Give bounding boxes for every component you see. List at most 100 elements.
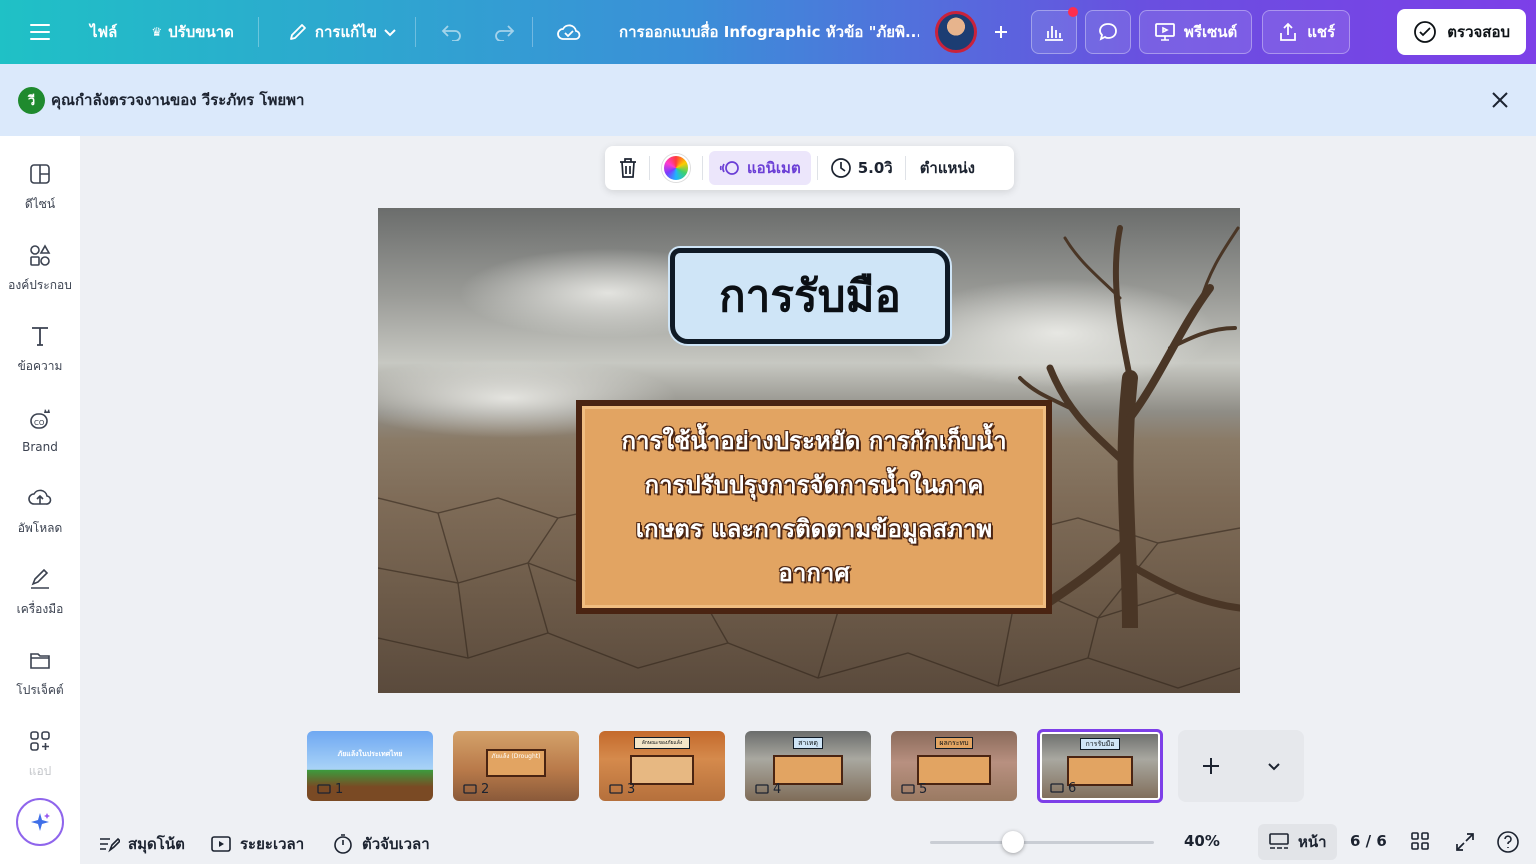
comment-icon [609,783,623,794]
add-collaborator-icon[interactable] [981,12,1021,52]
comment-icon [317,783,331,794]
sidebar-item-projects[interactable]: โปรเจ็คต์ [0,638,80,708]
page-thumbnail-6[interactable]: การรับมือ 6 [1037,729,1163,803]
thumbnail-number: 6 [1050,781,1076,796]
sidebar-item-apps[interactable]: แอป [0,719,80,789]
sidebar-item-elements[interactable]: องค์ประกอบ [0,233,80,303]
sidebar-item-label: อัพโหลด [17,520,63,535]
magic-assistant-button[interactable] [16,798,64,846]
notes-icon [100,837,120,853]
edit-menu[interactable]: การแก้ไข [277,12,407,52]
bottom-bar: สมุดโน้ต ระยะเวลา ตัวจับเวลา 40% หน้า 6 … [80,820,1536,864]
thumbnail-number: 1 [317,782,343,797]
chevron-down-icon [384,29,396,37]
redo-icon[interactable] [484,12,524,52]
insights-button[interactable] [1031,7,1079,54]
animate-button[interactable]: แอนิเมต [709,151,811,185]
zoom-level-label: 40% [1184,832,1220,850]
thumbnail-number-label: 3 [627,782,636,797]
page-count: 6 / 6 [1350,832,1387,850]
comment-icon [755,783,769,794]
slide-body-text[interactable]: การใช้น้ำอย่างประหยัด การกักเก็บน้ำ การป… [614,419,1014,595]
position-button[interactable]: ตำแหน่ง [912,148,983,188]
divider [532,17,534,47]
brand-icon: CO [30,409,50,429]
page-thumbnail-1[interactable]: ภัยแล้งในประเทศไทย 1 [307,731,433,801]
sidebar-item-upload[interactable]: อัพโหลด [0,476,80,546]
page-thumbnail-3[interactable]: ลักษณะของภัยแล้ง 3 [599,731,725,801]
thumbnail-board: ภัยแล้ง (Drought) [486,749,546,777]
sidebar-item-design[interactable]: ดีไซน์ [0,152,80,222]
upload-icon [28,489,52,505]
help-icon[interactable] [1496,830,1520,854]
color-picker[interactable] [662,154,690,182]
undo-icon[interactable] [432,12,472,52]
pencil-icon [290,24,306,40]
divider [649,156,650,180]
wooden-sign[interactable]: การใช้น้ำอย่างประหยัด การกักเก็บน้ำ การป… [576,400,1052,614]
duration-button[interactable]: ระยะเวลา [210,832,304,856]
zoom-level[interactable]: 40% [1184,832,1220,850]
review-banner-text: คุณกำลังตรวจงานของ วีระภัทร โพยพา [51,91,305,109]
sidebar-item-brand[interactable]: CO Brand [0,395,80,465]
share-label: แชร์ [1307,23,1336,41]
thumbnail-number-label: 6 [1068,781,1077,796]
add-page-icon[interactable] [1200,755,1222,777]
thumbnail-number: 5 [901,782,927,797]
share-button[interactable]: แชร์ [1262,10,1351,54]
sidebar-item-text[interactable]: ข้อความ [0,314,80,384]
svg-text:CO: CO [34,419,45,427]
apps-icon [30,730,50,751]
clock-icon [830,158,851,178]
zoom-slider-handle[interactable] [1002,831,1024,853]
page-count-label: 6 / 6 [1350,832,1387,850]
comment-icon [1099,23,1117,41]
sparkle-icon [31,813,50,831]
element-toolbar: แอนิเมต 5.0วิ ตำแหน่ง [605,146,1014,190]
chevron-down-icon[interactable] [1266,758,1282,774]
page-thumbnail-4[interactable]: สาเหตุ 4 [745,731,871,801]
pages-button[interactable]: หน้า [1258,824,1337,860]
document-title[interactable]: การออกแบบสื่อ Infographic หัวข้อ "ภัยพิ.… [609,12,919,52]
comment-button[interactable] [1085,10,1132,54]
avatar[interactable] [935,11,978,53]
crown-icon: ♛ [151,25,163,39]
left-sidebar: ดีไซน์ องค์ประกอบ ข้อความ CO Brand อัพโห… [0,136,80,864]
sidebar-item-tools[interactable]: เครื่องมือ [0,557,80,627]
notes-button[interactable]: สมุดโน้ต [98,832,185,856]
share-icon [1280,22,1297,41]
sidebar-item-label: โปรเจ็คต์ [16,682,64,697]
play-box-icon [211,836,231,852]
trash-icon[interactable] [613,153,643,183]
position-label: ตำแหน่ง [919,159,975,177]
resize-button[interactable]: ♛ ปรับขนาด [141,12,244,52]
sidebar-item-label: องค์ประกอบ [8,277,72,292]
close-icon[interactable] [1488,88,1512,112]
text-icon [32,326,48,346]
projects-icon [30,652,50,669]
edit-menu-label: การแก้ไข [314,23,378,41]
zoom-slider-track[interactable] [930,841,1154,844]
file-menu[interactable]: ไฟล์ [80,12,127,52]
slide-title-sign[interactable]: การรับมือ [670,248,950,344]
present-button[interactable]: พรีเซนต์ [1139,10,1253,54]
sidebar-item-label: Brand [22,440,58,454]
slide-canvas[interactable]: การรับมือ การใช้น้ำอย่างประหยัด การกักเก… [378,208,1240,693]
review-button[interactable]: ตรวจสอบ [1397,9,1526,55]
menu-icon[interactable] [20,12,60,52]
fullscreen-icon[interactable] [1454,831,1476,853]
thumbnail-caption: ผลกระทบ [935,737,973,749]
thumbnail-number: 2 [463,782,489,797]
cloud-saved-icon[interactable] [549,12,589,52]
thumbnail-caption: การรับมือ [1080,738,1120,750]
review-label: ตรวจสอบ [1447,23,1510,41]
grid-view-icon[interactable] [1410,831,1430,851]
thumbnail-caption: ภัยแล้งในประเทศไทย [337,750,403,758]
timer-button[interactable]: ตัวจับเวลา [332,832,430,856]
present-icon [1155,23,1175,41]
page-thumbnail-5[interactable]: ผลกระทบ 5 [891,731,1017,801]
elements-icon [30,243,51,266]
page-thumbnail-2[interactable]: ภัยแล้ง (Drought) 2 [453,731,579,801]
comment-icon [463,783,477,794]
duration-button[interactable]: 5.0วิ [824,148,899,188]
